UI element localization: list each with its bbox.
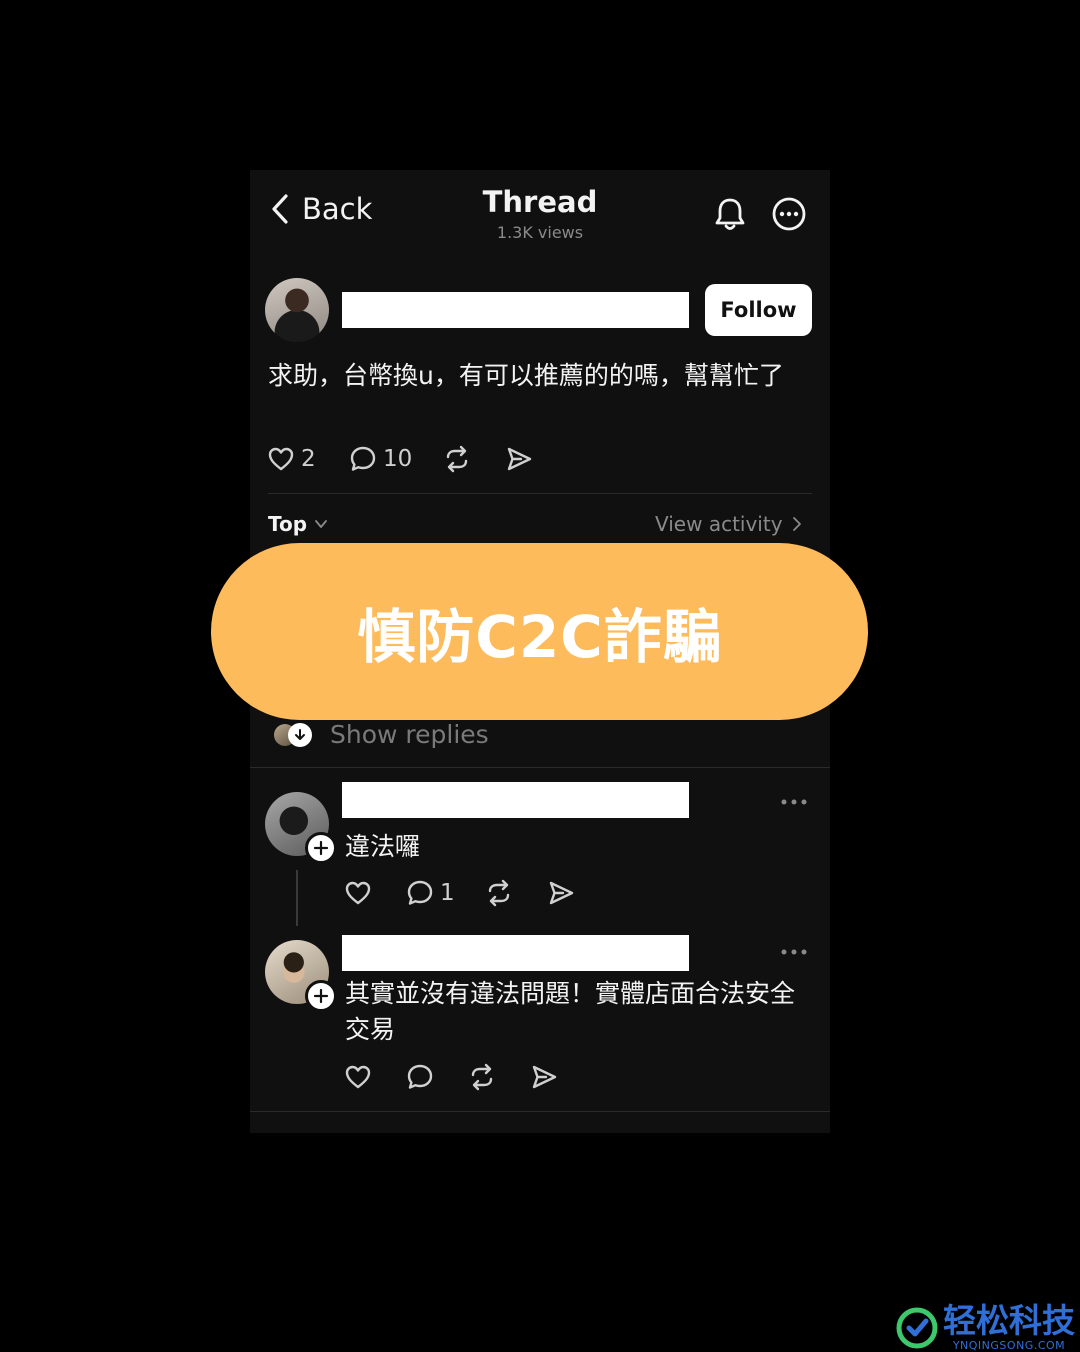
post-text: 求助，台幣換u，有可以推薦的的嗎，幫幫忙了 [268, 361, 784, 390]
like-count: 2 [301, 446, 316, 472]
divider [250, 767, 830, 768]
reply-avatars [274, 722, 312, 747]
logo-icon [895, 1306, 939, 1350]
view-activity-label: View activity [655, 512, 783, 536]
more-horizontal-icon[interactable] [780, 948, 808, 956]
follow-button[interactable]: Follow [705, 284, 812, 336]
watermark-name: 轻松科技 [943, 1301, 1075, 1340]
sort-dropdown[interactable]: Top [268, 512, 329, 536]
divider [250, 1111, 830, 1112]
reply-author-redacted [342, 935, 689, 971]
comment-icon [349, 445, 377, 473]
comment-icon [406, 879, 434, 907]
share-icon[interactable] [505, 445, 533, 473]
author-avatar[interactable] [265, 278, 329, 342]
plus-icon[interactable] [305, 832, 337, 864]
repost-icon[interactable] [468, 1063, 496, 1091]
heart-icon [267, 445, 295, 473]
plus-icon[interactable] [305, 980, 337, 1012]
author-name-redacted [342, 292, 689, 328]
reply-text: 違法囉 [345, 832, 421, 861]
reply-text: 其實並沒有違法問題！實體店面合法安全交易 [345, 979, 796, 1044]
repost-icon[interactable] [443, 445, 471, 473]
heart-icon[interactable] [344, 1063, 372, 1091]
watermark-url: YNQINGSONG.COM [952, 1339, 1066, 1352]
comment-button[interactable]: 10 [349, 445, 412, 473]
watermark: 轻松科技 YNQINGSONG.COM [895, 1303, 1075, 1352]
chevron-down-icon [313, 516, 329, 532]
view-activity-link[interactable]: View activity [655, 512, 803, 536]
comment-count: 10 [383, 446, 413, 472]
banner-text: 慎防C2C詐騙 [357, 602, 722, 671]
arrow-down-icon [288, 722, 312, 747]
share-icon[interactable] [547, 879, 575, 907]
more-options-icon[interactable] [771, 196, 807, 232]
reply-author-redacted [342, 782, 689, 818]
more-horizontal-icon[interactable] [780, 798, 808, 806]
comment-icon[interactable] [406, 1063, 434, 1091]
like-button[interactable]: 2 [267, 445, 316, 473]
heart-icon[interactable] [344, 879, 372, 907]
divider [268, 493, 812, 494]
reply-comment-button[interactable]: 1 [406, 879, 455, 907]
share-icon[interactable] [530, 1063, 558, 1091]
warning-banner: 慎防C2C詐騙 [211, 543, 868, 720]
sort-label: Top [268, 512, 308, 536]
show-replies-button[interactable]: Show replies [274, 720, 489, 749]
watermark-text: 轻松科技 YNQINGSONG.COM [943, 1303, 1075, 1352]
chevron-right-icon [791, 515, 803, 533]
thread-line [296, 870, 298, 926]
reply-comment-count: 1 [440, 880, 455, 906]
bell-icon[interactable] [712, 196, 748, 232]
show-replies-label: Show replies [330, 720, 489, 749]
repost-icon[interactable] [485, 879, 513, 907]
